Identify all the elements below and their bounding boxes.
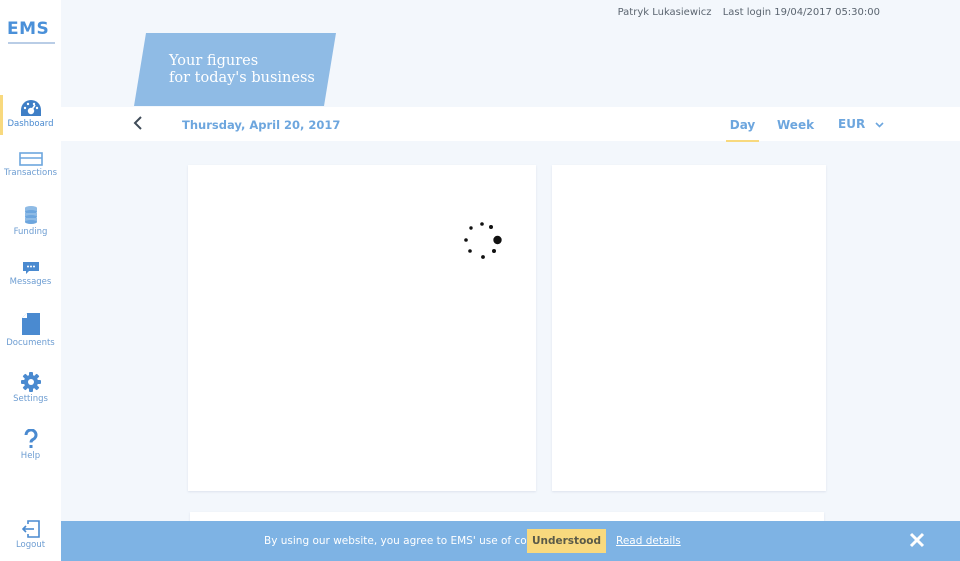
banner-line-2: for today's business (169, 70, 315, 86)
sidebar-item-label: Messages (9, 277, 52, 287)
logout-icon (21, 520, 40, 538)
user-name[interactable]: Patryk Lukasiewicz (618, 7, 712, 18)
sidebar-item-messages[interactable]: Messages (0, 261, 61, 287)
selected-date: Thursday, April 20, 2017 (182, 118, 341, 132)
logo-text: EMS (7, 19, 50, 39)
question-icon (23, 429, 37, 448)
coins-icon (24, 206, 37, 224)
message-icon (22, 262, 39, 274)
card-icon (18, 152, 43, 166)
sidebar-item-label: Transactions (3, 168, 58, 178)
dashboard-gauge-icon (20, 100, 41, 116)
currency-select[interactable]: EUR (838, 117, 884, 131)
sidebar-item-dashboard[interactable]: Dashboard (0, 95, 61, 135)
header-banner: Your figures for today's business (134, 33, 336, 106)
logout-label: Logout (15, 540, 46, 550)
chevron-down-icon (875, 122, 884, 128)
sidebar: EMS Dashboard Transactions Funding Messa… (0, 0, 61, 561)
logo-tagline (8, 42, 55, 44)
sidebar-item-help[interactable]: Help (0, 429, 61, 461)
sidebar-item-funding[interactable]: Funding (0, 205, 61, 237)
banner-text: Your figures for today's business (169, 53, 315, 87)
date-toolbar: Thursday, April 20, 2017 Day Week EUR (61, 107, 960, 142)
gear-icon (20, 372, 41, 392)
sidebar-item-settings[interactable]: Settings (0, 372, 61, 404)
sidebar-item-label: Funding (13, 227, 48, 237)
sidebar-item-label: Dashboard (7, 119, 54, 129)
user-info: Patryk Lukasiewicz Last login 19/04/2017… (610, 7, 880, 18)
last-login: Last login 19/04/2017 05:30:00 (722, 7, 880, 18)
sidebar-item-label: Settings (13, 394, 48, 404)
sidebar-item-label: Documents (6, 338, 55, 348)
chevron-left-icon (133, 116, 142, 130)
back-button[interactable] (133, 116, 143, 134)
dashboard-card-primary (188, 165, 536, 491)
banner-line-1: Your figures (169, 53, 259, 69)
tab-day[interactable]: Day (726, 118, 759, 142)
sidebar-item-label: Help (20, 451, 41, 461)
understood-button[interactable]: Understood (527, 529, 606, 553)
sidebar-item-transactions[interactable]: Transactions (0, 152, 61, 178)
loading-spinner-icon (464, 222, 502, 259)
currency-value: EUR (838, 117, 866, 131)
read-details-link[interactable]: Read details (616, 535, 681, 547)
logout-button[interactable]: Logout (0, 520, 61, 550)
cookie-message: By using our website, you agree to EMS' … (264, 535, 558, 547)
document-icon (21, 313, 40, 335)
close-icon[interactable] (908, 531, 926, 549)
tab-week[interactable]: Week (777, 118, 814, 140)
ems-logo[interactable]: EMS (7, 19, 55, 47)
cookie-bar: By using our website, you agree to EMS' … (61, 521, 960, 561)
dashboard-card-secondary (552, 165, 826, 491)
sidebar-item-documents[interactable]: Documents (0, 312, 61, 348)
